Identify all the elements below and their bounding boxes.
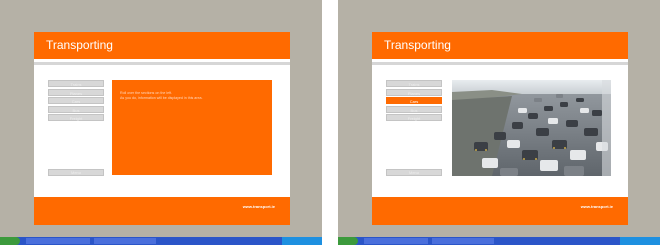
nav-item-planes[interactable]: Planes	[48, 88, 104, 96]
info-text: Roll over the sections on the left. As y…	[120, 91, 270, 101]
nav-item-bus[interactable]: Bus	[48, 105, 104, 113]
taskbar-item[interactable]	[364, 238, 428, 244]
slide: Transporting Trains Planes Cars Bus Frei…	[372, 32, 628, 225]
slide-title: Transporting	[46, 38, 113, 52]
taskbar-item[interactable]	[94, 238, 156, 244]
footer-url[interactable]: www.transport.ie	[581, 204, 613, 209]
system-tray	[620, 237, 660, 245]
nav-item-freight[interactable]: Freight	[386, 114, 442, 121]
taskbar-item[interactable]	[26, 238, 90, 244]
footer-url[interactable]: www.transport.ie	[243, 204, 275, 209]
slide-header: Transporting	[372, 32, 628, 59]
divider	[34, 62, 290, 65]
nav-item-trains[interactable]: Trains	[386, 80, 442, 87]
system-tray	[282, 237, 322, 245]
section-nav: Trains Planes Cars Bus Freight	[48, 80, 104, 123]
right-screen: Transporting Trains Planes Cars Bus Frei…	[338, 0, 660, 245]
menu-button[interactable]: Menu	[48, 169, 104, 176]
nav-item-cars[interactable]: Cars	[386, 97, 442, 104]
menu-button[interactable]: Menu	[386, 169, 442, 176]
slide-header: Transporting	[34, 32, 290, 59]
slide: Transporting Trains Planes Cars Bus Frei…	[34, 32, 290, 225]
section-nav: Trains Planes Cars Bus Freight	[386, 80, 442, 123]
taskbar-item[interactable]	[432, 238, 494, 244]
nav-item-cars[interactable]: Cars	[48, 97, 104, 104]
nav-item-freight[interactable]: Freight	[48, 114, 104, 121]
start-button[interactable]	[338, 237, 358, 245]
taskbar	[0, 237, 322, 245]
traffic-photo	[452, 80, 611, 176]
info-panel: Roll over the sections on the left. As y…	[112, 80, 272, 175]
nav-item-planes[interactable]: Planes	[386, 88, 442, 96]
taskbar	[338, 237, 660, 245]
slide-title: Transporting	[384, 38, 451, 52]
start-button[interactable]	[0, 237, 20, 245]
info-text-line-2: As you do, information will be displayed…	[120, 96, 203, 100]
divider	[372, 62, 628, 65]
slide-footer: www.transport.ie	[34, 197, 290, 225]
left-screen: Transporting Trains Planes Cars Bus Frei…	[0, 0, 322, 245]
slide-footer: www.transport.ie	[372, 197, 628, 225]
nav-item-trains[interactable]: Trains	[48, 80, 104, 87]
nav-item-bus[interactable]: Bus	[386, 105, 442, 113]
